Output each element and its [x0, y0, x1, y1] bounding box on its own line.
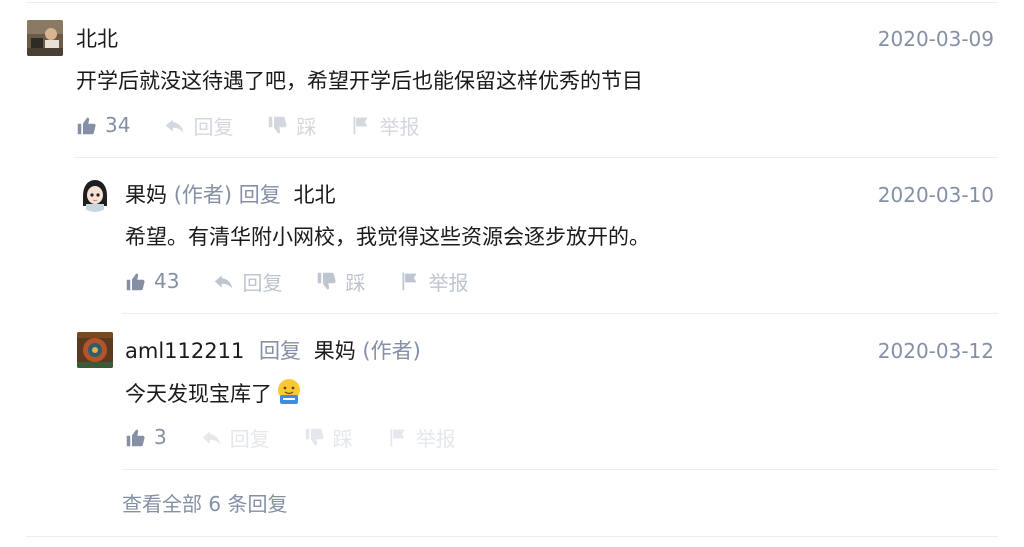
reply-icon	[215, 274, 233, 288]
reply-button[interactable]: 回复	[164, 111, 233, 140]
comment-actions: 3 回复 踩 举报	[125, 422, 490, 452]
comment-content: 今天发现宝库了	[125, 377, 304, 410]
avatar[interactable]	[27, 20, 63, 56]
comment-header: 果妈 (作者) 回复 北北	[125, 180, 335, 210]
dislike-label: 踩	[345, 270, 366, 295]
report-label: 举报	[415, 426, 456, 451]
reply-icon	[202, 430, 220, 444]
divider	[122, 313, 998, 314]
like-button[interactable]: 34	[76, 113, 130, 137]
like-count: 34	[105, 113, 131, 137]
divider-bottom	[26, 536, 998, 537]
divider-top	[26, 2, 998, 3]
divider	[122, 469, 998, 470]
comment-actions: 34 回复 踩 举报	[76, 110, 453, 140]
reply-to-name[interactable]: 北北	[293, 183, 335, 207]
dislike-button[interactable]: 踩	[267, 111, 316, 140]
report-label: 举报	[428, 270, 469, 295]
flag-icon	[402, 272, 417, 290]
avatar[interactable]	[77, 332, 113, 368]
comment-date: 2020-03-12	[877, 339, 994, 363]
avatar[interactable]	[77, 176, 113, 212]
comment-header: 北北	[76, 24, 118, 54]
author-tag: (作者)	[362, 339, 421, 363]
comment-date: 2020-03-10	[877, 183, 994, 207]
reply-label: 回复	[242, 270, 283, 295]
like-count: 3	[154, 425, 167, 449]
flag-icon	[390, 428, 405, 446]
reply-icon	[166, 118, 184, 132]
thumbs-down-icon	[269, 116, 288, 134]
comment-text: 今天发现宝库了	[125, 382, 272, 406]
like-emoji-icon	[274, 377, 304, 407]
reply-label: 回复	[193, 114, 234, 139]
dislike-label: 踩	[296, 114, 317, 139]
author-tag: (作者)	[173, 183, 233, 207]
dislike-button[interactable]: 踩	[316, 267, 365, 296]
reply-indicator: 回复	[238, 183, 281, 207]
report-button[interactable]: 举报	[387, 423, 456, 452]
like-count: 43	[154, 269, 180, 293]
comment-actions: 43 回复 踩 举报	[125, 266, 502, 296]
thumbs-down-icon	[305, 428, 324, 446]
comment-date: 2020-03-09	[877, 27, 994, 51]
comment-content: 希望。有清华附小网校，我觉得这些资源会逐步放开的。	[125, 225, 650, 249]
dislike-label: 踩	[332, 426, 353, 451]
thumbs-up-icon	[126, 429, 145, 446]
reply-indicator: 回复	[259, 339, 302, 363]
report-button[interactable]: 举报	[350, 111, 419, 140]
report-button[interactable]: 举报	[399, 267, 468, 296]
view-all-replies-link[interactable]: 查看全部 6 条回复	[122, 488, 287, 520]
comment-content: 开学后就没这待遇了吧，希望开学后也能保留这样优秀的节目	[76, 69, 643, 93]
thumbs-up-icon	[77, 117, 96, 134]
like-button[interactable]: 43	[125, 269, 179, 293]
reply-label: 回复	[229, 426, 270, 451]
flag-icon	[353, 116, 368, 134]
thumbs-down-icon	[318, 272, 337, 290]
reply-button[interactable]: 回复	[213, 267, 282, 296]
author-name[interactable]: aml112211	[125, 339, 244, 363]
like-button[interactable]: 3	[125, 425, 167, 449]
dislike-button[interactable]: 踩	[304, 423, 353, 452]
reply-to-name[interactable]: 果妈	[314, 339, 356, 363]
comment-header: aml112211 回复 果妈 (作者)	[125, 336, 421, 366]
divider	[74, 157, 998, 158]
author-name[interactable]: 果妈	[125, 183, 167, 207]
reply-button[interactable]: 回复	[201, 423, 270, 452]
report-label: 举报	[379, 114, 420, 139]
author-name[interactable]: 北北	[76, 27, 118, 51]
thumbs-up-icon	[126, 273, 145, 290]
